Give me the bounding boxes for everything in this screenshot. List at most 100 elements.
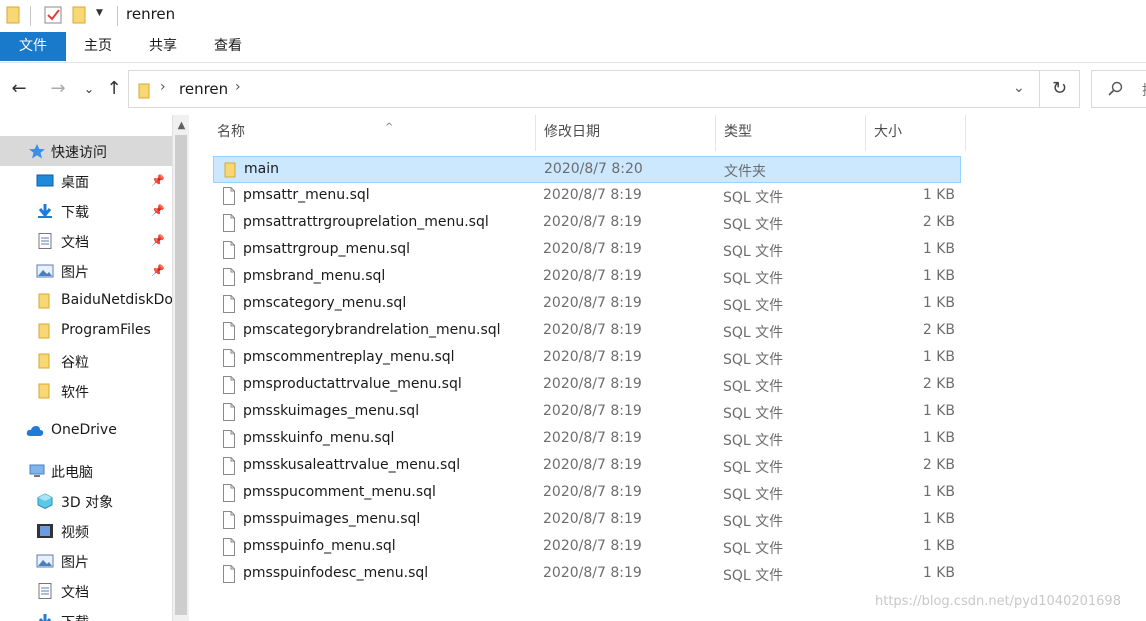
cell-date: 2020/8/7 8:19 — [543, 430, 642, 446]
pin-icon[interactable]: 📌 — [151, 234, 165, 247]
table-row[interactable]: pmsskuinfo_menu.sql 2020/8/7 8:19 SQL 文件 1 … — [213, 426, 961, 453]
sidebar-item-guli[interactable]: 谷粒 — [0, 346, 172, 376]
cell-size: 2 KB — [922, 322, 955, 338]
sidebar-item-videos[interactable]: 视频 — [0, 516, 172, 546]
table-row[interactable]: pmsproductattrvalue_menu.sql 2020/8/7 8:1… — [213, 372, 961, 399]
sidebar-item-label: 快速访问 — [51, 145, 107, 161]
table-row[interactable]: pmsskuimages_menu.sql 2020/8/7 8:19 SQL 文件… — [213, 399, 961, 426]
table-row[interactable]: pmsattr_menu.sql 2020/8/7 8:19 SQL 文件 1 KB — [213, 183, 961, 210]
file-icon — [223, 241, 235, 259]
breadcrumb-chevron-icon[interactable]: › — [160, 79, 166, 95]
recent-locations-chevron-icon[interactable]: ⌄ — [78, 78, 100, 100]
sidebar-item-this-pc[interactable]: 此电脑 — [0, 456, 172, 486]
pin-icon[interactable]: 📌 — [151, 264, 165, 277]
up-arrow-icon[interactable]: ↑ — [103, 78, 125, 100]
table-row[interactable]: pmscommentreplay_menu.sql 2020/8/7 8:19 SQ… — [213, 345, 961, 372]
cell-type: SQL 文件 — [723, 298, 784, 314]
table-row[interactable]: pmsattrattrgrouprelation_menu.sql 2020/8/… — [213, 210, 961, 237]
column-header-size[interactable]: 大小 — [866, 115, 966, 151]
cell-type: SQL 文件 — [723, 325, 784, 341]
sidebar-item-quick-access[interactable]: 快速访问 — [0, 136, 172, 166]
search-placeholder: 搜 — [1142, 80, 1146, 100]
customize-toolbar-chevron-icon[interactable]: ▼ — [96, 8, 103, 18]
tab-share[interactable]: 共享 — [135, 32, 191, 61]
cell-size: 1 KB — [922, 538, 955, 554]
scroll-thumb[interactable] — [175, 135, 187, 615]
tab-view[interactable]: 查看 — [200, 32, 256, 61]
cloud-icon — [26, 426, 44, 436]
sidebar-item-baidunetdisk[interactable]: BaiduNetdiskDo — [0, 286, 172, 316]
refresh-icon[interactable]: ↻ — [1040, 70, 1080, 108]
sidebar-item-label: OneDrive — [51, 422, 117, 438]
sidebar-item-documents[interactable]: 文档 📌 — [0, 226, 172, 256]
sidebar-item-pictures-pc[interactable]: 图片 — [0, 546, 172, 576]
cell-size: 1 KB — [922, 241, 955, 257]
column-header-label: 名称 — [217, 124, 245, 140]
file-explorer-window: ▼ renren 文件 主页 共享 查看 ← → ⌄ ↑ › renren › … — [0, 0, 1146, 621]
table-row[interactable]: pmsspuinfodesc_menu.sql 2020/8/7 8:19 SQL … — [213, 561, 961, 588]
table-row[interactable]: pmscategory_menu.sql 2020/8/7 8:19 SQL 文件 1… — [213, 291, 961, 318]
table-row[interactable]: pmsattrgroup_menu.sql 2020/8/7 8:19 SQL 文件… — [213, 237, 961, 264]
document-icon — [38, 233, 52, 249]
address-bar[interactable]: › renren › ⌄ — [128, 70, 1040, 108]
cell-type: SQL 文件 — [723, 406, 784, 422]
table-row[interactable]: pmscategorybrandrelation_menu.sql 2020/8/… — [213, 318, 961, 345]
cell-type: SQL 文件 — [723, 541, 784, 557]
breadcrumb-chevron-icon[interactable]: › — [235, 79, 241, 95]
sidebar-item-label: BaiduNetdiskDo — [61, 292, 172, 308]
pin-icon[interactable]: 📌 — [151, 204, 165, 217]
column-header-name[interactable]: ^ 名称 — [209, 115, 536, 151]
properties-icon[interactable] — [44, 6, 62, 24]
file-icon — [223, 565, 235, 583]
search-icon — [1108, 81, 1123, 96]
cell-size: 2 KB — [922, 214, 955, 230]
column-header-type[interactable]: 类型 — [716, 115, 866, 151]
sidebar-item-pictures[interactable]: 图片 📌 — [0, 256, 172, 286]
navigation-bar: ← → ⌄ ↑ › renren › ⌄ ↻ 搜 — [0, 63, 1146, 115]
sidebar-item-programfiles[interactable]: ProgramFiles — [0, 316, 172, 346]
scroll-up-icon[interactable]: ▲ — [173, 117, 190, 134]
sidebar-item-label: 谷粒 — [61, 355, 89, 371]
table-row[interactable]: pmsskusaleattrvalue_menu.sql 2020/8/7 8:1… — [213, 453, 961, 480]
cell-size: 2 KB — [922, 457, 955, 473]
sidebar-item-software[interactable]: 软件 — [0, 376, 172, 406]
sidebar-item-downloads-pc[interactable]: 下载 — [0, 606, 172, 621]
sidebar-item-label: 此电脑 — [51, 465, 93, 481]
sidebar-item-label: 图片 — [61, 555, 89, 571]
breadcrumb-segment[interactable]: renren — [179, 80, 228, 98]
forward-arrow-icon[interactable]: → — [47, 78, 69, 100]
cell-date: 2020/8/7 8:19 — [543, 511, 642, 527]
sidebar-item-onedrive[interactable]: OneDrive — [0, 416, 172, 446]
column-header-date[interactable]: 修改日期 — [536, 115, 716, 151]
sidebar-item-documents-pc[interactable]: 文档 — [0, 576, 172, 606]
table-row[interactable]: main 2020/8/7 8:20 文件夹 — [213, 156, 961, 183]
pin-icon[interactable]: 📌 — [151, 174, 165, 187]
title-separator — [30, 6, 31, 26]
table-row[interactable]: pmsspuimages_menu.sql 2020/8/7 8:19 SQL 文件… — [213, 507, 961, 534]
file-icon — [223, 376, 235, 394]
tab-home[interactable]: 主页 — [70, 32, 126, 61]
search-input[interactable]: 搜 — [1091, 70, 1146, 108]
download-icon — [38, 614, 52, 621]
sidebar-item-downloads[interactable]: 下载 📌 — [0, 196, 172, 226]
folder-icon — [38, 383, 50, 399]
sidebar-item-label: ProgramFiles — [61, 322, 151, 338]
sidebar-item-desktop[interactable]: 桌面 📌 — [0, 166, 172, 196]
back-arrow-icon[interactable]: ← — [8, 78, 30, 100]
cell-type: SQL 文件 — [723, 487, 784, 503]
table-row[interactable]: pmsspucomment_menu.sql 2020/8/7 8:19 SQL 文… — [213, 480, 961, 507]
file-icon — [223, 484, 235, 502]
table-row[interactable]: pmsbrand_menu.sql 2020/8/7 8:19 SQL 文件 1 KB — [213, 264, 961, 291]
cell-type: SQL 文件 — [723, 514, 784, 530]
cell-type: SQL 文件 — [723, 244, 784, 260]
address-dropdown-icon[interactable]: ⌄ — [1013, 80, 1025, 96]
desktop-icon — [36, 174, 54, 187]
new-folder-icon[interactable] — [72, 6, 86, 24]
sidebar-item-label: 下载 — [61, 205, 89, 221]
tab-file[interactable]: 文件 — [0, 32, 66, 61]
navigation-pane-scrollbar[interactable]: ▲ — [172, 115, 189, 621]
column-header-label: 大小 — [874, 124, 902, 140]
file-icon — [223, 268, 235, 286]
table-row[interactable]: pmsspuinfo_menu.sql 2020/8/7 8:19 SQL 文件 1 … — [213, 534, 961, 561]
sidebar-item-3d-objects[interactable]: 3D 对象 — [0, 486, 172, 516]
